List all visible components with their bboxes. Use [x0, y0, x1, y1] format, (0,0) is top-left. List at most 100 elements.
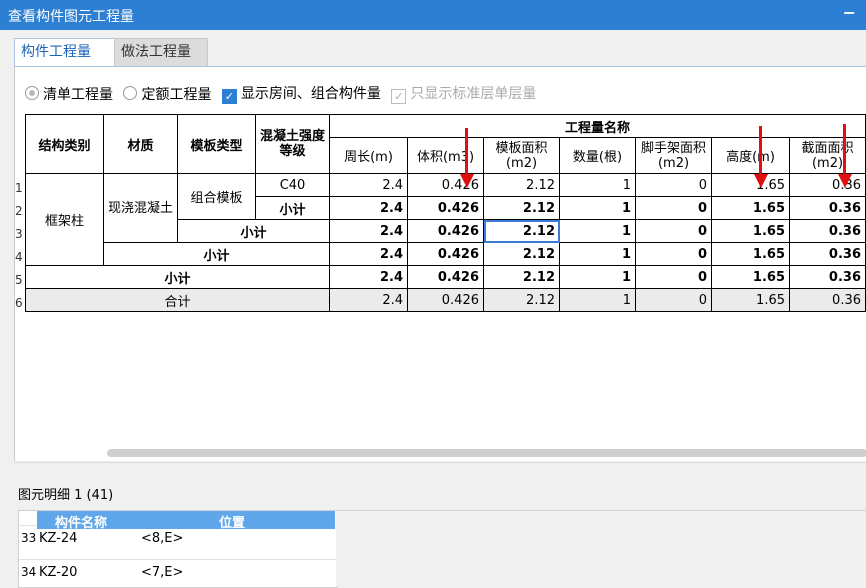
- header-col: 周长(m): [329, 137, 408, 174]
- radio-icon: [25, 85, 39, 100]
- row-number: 1: [15, 181, 23, 195]
- checkbox-standard-floor[interactable]: ✓ 只显示标准层单层量: [391, 83, 536, 104]
- cell-formwork-area[interactable]: 2.12: [483, 242, 560, 266]
- radio-icon: [123, 85, 138, 100]
- cell-height[interactable]: 1.65: [711, 173, 790, 197]
- cell-perimeter[interactable]: 2.4: [329, 173, 408, 197]
- cell-volume[interactable]: 0.426: [407, 242, 484, 266]
- cell-concrete[interactable]: C40: [255, 173, 330, 197]
- cell-perimeter[interactable]: 2.4: [329, 196, 408, 220]
- cell-volume[interactable]: 0.426: [407, 288, 484, 312]
- row-number: 2: [15, 204, 23, 218]
- cell-formwork-area-selected[interactable]: 2.12: [483, 219, 560, 243]
- cell-perimeter[interactable]: 2.4: [329, 242, 408, 266]
- cell-formwork-area[interactable]: 2.12: [483, 173, 560, 197]
- list-item-number: 33: [21, 531, 37, 545]
- header-material: 材质: [103, 114, 178, 174]
- minimize-button[interactable]: −: [843, 3, 856, 22]
- header-struct: 结构类别: [25, 114, 104, 174]
- list-item-position: <7,E>: [141, 565, 184, 580]
- cell-struct[interactable]: 框架柱: [25, 173, 104, 266]
- cell-section-area[interactable]: 0.36: [789, 219, 866, 243]
- title-bar: 查看构件图元工程量 −: [0, 0, 866, 30]
- options-bar: 清单工程量 定额工程量 ✓ 显示房间、组合构件量 ✓ 只显示标准层单层量: [25, 83, 542, 104]
- cell-section-area[interactable]: 0.36: [789, 242, 866, 266]
- quantity-panel: 清单工程量 定额工程量 ✓ 显示房间、组合构件量 ✓ 只显示标准层单层量 1 2 3…: [14, 66, 866, 461]
- cell-perimeter[interactable]: 2.4: [329, 219, 408, 243]
- cell-scaffold-area[interactable]: 0: [635, 196, 712, 220]
- header-col: 模板面积(m2): [483, 137, 560, 174]
- cell-section-area[interactable]: 0.36: [789, 288, 866, 312]
- cell-height[interactable]: 1.65: [711, 265, 790, 289]
- list-item-position: <8,E>: [141, 531, 184, 546]
- cell-section-area[interactable]: 0.36: [789, 196, 866, 220]
- detail-empty-area: [336, 510, 866, 587]
- cell-volume[interactable]: 0.426: [407, 196, 484, 220]
- header-col: 截面面积(m2): [789, 137, 866, 174]
- horizontal-scrollbar[interactable]: [107, 449, 866, 457]
- checkmark-icon: ✓: [391, 89, 407, 104]
- header-formwork: 模板类型: [177, 114, 256, 174]
- list-item[interactable]: 34 KZ-20 <7,E>: [19, 559, 337, 587]
- cell-scaffold-area[interactable]: 0: [635, 242, 712, 266]
- cell-perimeter[interactable]: 2.4: [329, 265, 408, 289]
- detail-title: 图元明细 1 (41): [18, 488, 114, 503]
- radio-list-quantity[interactable]: 清单工程量: [25, 84, 113, 104]
- cell-scaffold-area[interactable]: 0: [635, 288, 712, 312]
- list-item-name: KZ-20: [39, 565, 78, 580]
- cell-formwork[interactable]: 组合模板: [177, 173, 256, 220]
- cell-height[interactable]: 1.65: [711, 242, 790, 266]
- cell-scaffold-area[interactable]: 0: [635, 173, 712, 197]
- cell-volume[interactable]: 0.426: [407, 265, 484, 289]
- detail-header-position: 位置: [219, 516, 246, 531]
- list-item-number: 34: [21, 565, 37, 579]
- cell-height[interactable]: 1.65: [711, 219, 790, 243]
- cell-volume[interactable]: 0.426: [407, 219, 484, 243]
- checkbox-show-rooms[interactable]: ✓ 显示房间、组合构件量: [221, 83, 381, 104]
- radio-quota-label: 定额工程量: [141, 86, 212, 103]
- header-concrete: 混凝土强度等级: [255, 114, 330, 174]
- cell-formwork-area[interactable]: 2.12: [483, 265, 560, 289]
- header-col: 体积(m3): [407, 137, 484, 174]
- tab-method-quantity[interactable]: 做法工程量: [114, 38, 208, 66]
- tab-component-quantity[interactable]: 构件工程量: [14, 38, 120, 67]
- cell-subtotal[interactable]: 小计: [177, 219, 330, 243]
- cell-count[interactable]: 1: [559, 265, 636, 289]
- cell-count[interactable]: 1: [559, 196, 636, 220]
- table-row[interactable]: 小计 2.4 0.426 2.12 1 0 1.65 0.36: [25, 265, 866, 289]
- checkmark-icon: ✓: [221, 89, 237, 104]
- cell-subtotal[interactable]: 小计: [255, 196, 330, 220]
- cell-perimeter[interactable]: 2.4: [329, 288, 408, 312]
- cell-section-area[interactable]: 0.36: [789, 265, 866, 289]
- cell-formwork-area[interactable]: 2.12: [483, 288, 560, 312]
- detail-header: 构件名称 位置: [37, 511, 335, 531]
- cell-count[interactable]: 1: [559, 219, 636, 243]
- cell-height[interactable]: 1.65: [711, 196, 790, 220]
- pane-splitter[interactable]: [14, 462, 866, 477]
- cell-total[interactable]: 合计: [25, 288, 330, 312]
- header-group: 工程量名称: [329, 114, 866, 138]
- radio-list-label: 清单工程量: [43, 86, 113, 103]
- table-row-total[interactable]: 合计 2.4 0.426 2.12 1 0 1.65 0.36: [25, 288, 866, 312]
- cell-scaffold-area[interactable]: 0: [635, 265, 712, 289]
- cell-subtotal[interactable]: 小计: [103, 242, 330, 266]
- list-item-name: KZ-24: [39, 531, 78, 546]
- cell-subtotal[interactable]: 小计: [25, 265, 330, 289]
- table-row[interactable]: 小计 2.4 0.426 2.12 1 0 1.65 0.36: [26, 242, 866, 266]
- cell-count[interactable]: 1: [559, 173, 636, 197]
- header-col: 数量(根): [559, 137, 636, 174]
- cell-scaffold-area[interactable]: 0: [635, 219, 712, 243]
- header-col: 高度(m): [711, 137, 790, 174]
- quantity-table: 结构类别 材质 模板类型 混凝土强度等级 工程量名称 周长(m) 体积(m3) …: [25, 114, 866, 312]
- cell-formwork-area[interactable]: 2.12: [483, 196, 560, 220]
- header-col: 脚手架面积(m2): [635, 137, 712, 174]
- window-title: 查看构件图元工程量: [8, 9, 134, 25]
- radio-quota-quantity[interactable]: 定额工程量: [123, 84, 211, 104]
- table-row[interactable]: 框架柱 现浇混凝土 组合模板 C40 2.4 0.426 2.12 1 0 1.…: [25, 173, 866, 266]
- cell-count[interactable]: 1: [559, 242, 636, 266]
- cell-count[interactable]: 1: [559, 288, 636, 312]
- cell-height[interactable]: 1.65: [711, 288, 790, 312]
- cell-section-area[interactable]: 0.36: [789, 173, 866, 197]
- row-number: 6: [15, 296, 23, 310]
- cell-material[interactable]: 现浇混凝土: [103, 173, 178, 243]
